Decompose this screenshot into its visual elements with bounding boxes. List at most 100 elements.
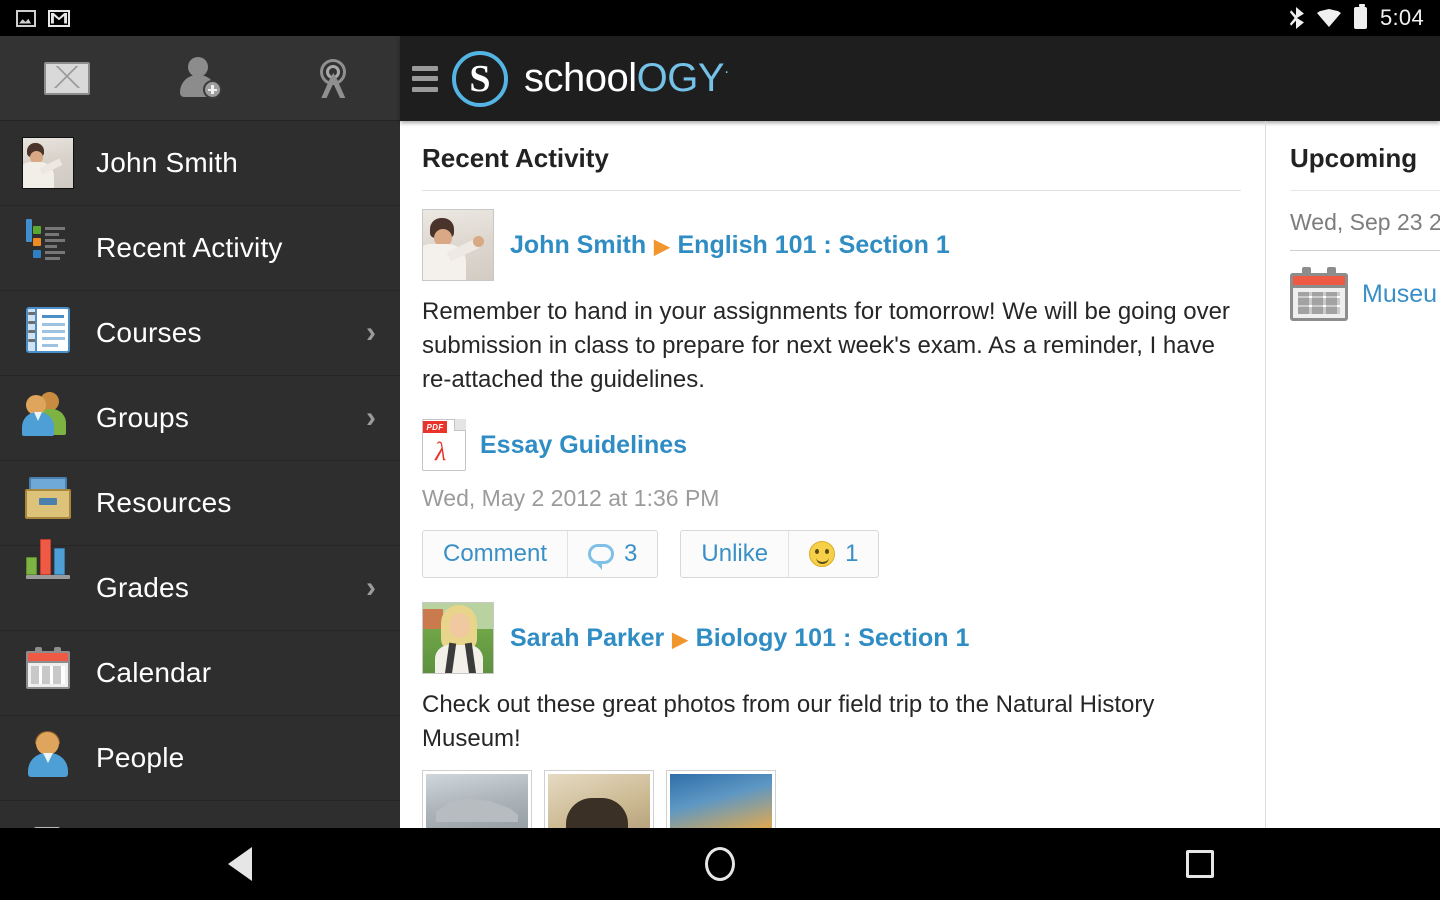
like-count-button[interactable]: 1 (788, 531, 878, 578)
upcoming-date: Wed, Sep 23 201 (1290, 191, 1440, 251)
groups-icon (22, 392, 74, 444)
sidebar-item-people[interactable]: People (0, 716, 400, 801)
post-byline: Sarah Parker ▶ Biology 101 : Section 1 (510, 624, 969, 653)
arrow-right-icon: ▶ (654, 235, 670, 258)
upcoming-title: Upcoming (1290, 143, 1440, 191)
upcoming-event-label[interactable]: Museu (1362, 280, 1437, 309)
status-bar-clock: 5:04 (1379, 5, 1424, 30)
sidebar-item-profile[interactable]: John Smith (0, 121, 400, 206)
content-area: Recent Activity John Smith ▶ English 101 :… (400, 121, 1440, 828)
sidebar-item-partial[interactable] (0, 801, 400, 828)
post-author-link[interactable]: Sarah Parker (510, 624, 664, 652)
wordmark-secondary: OGY (636, 56, 725, 100)
image-icon (16, 9, 36, 27)
user-avatar (22, 137, 74, 189)
comment-button[interactable]: Comment (423, 531, 567, 577)
app-bar: S schoolOGY· (400, 36, 1440, 121)
sidebar-item-label: Calendar (96, 657, 212, 688)
post-header: Sarah Parker ▶ Biology 101 : Section 1 (422, 602, 1241, 675)
upcoming-event[interactable]: Museu (1290, 251, 1440, 321)
post-byline: John Smith ▶ English 101 : Section 1 (510, 231, 950, 260)
android-screen: 5:04 John Smith Recent Activity Courses … (0, 0, 1440, 900)
grades-icon (22, 539, 74, 614)
sidebar-item-recent-activity[interactable]: Recent Activity (0, 206, 400, 291)
comment-group: Comment 3 (422, 530, 659, 579)
avatar[interactable] (422, 209, 494, 281)
avatar[interactable] (422, 602, 494, 675)
drawer-quick-actions (0, 36, 400, 121)
system-navigation-bar (0, 828, 1440, 900)
pdf-icon: PDF λ (422, 419, 466, 472)
post-course-link[interactable]: Biology 101 : Section 1 (696, 624, 970, 652)
app-panel: S schoolOGY· Recent Activity John Smith ▶… (400, 36, 1440, 828)
calendar-icon (22, 647, 74, 699)
sidebar-item-label: Courses (96, 317, 202, 348)
friend-requests-icon (178, 57, 222, 99)
status-bar-system: 5:04 (1290, 4, 1440, 31)
post-author-link[interactable]: John Smith (510, 231, 646, 259)
attachment-name[interactable]: Essay Guidelines (480, 431, 687, 460)
gmail-icon (48, 9, 70, 27)
home-button[interactable] (480, 847, 960, 881)
sidebar-item-label: People (96, 742, 185, 773)
wordmark-primary: school (524, 56, 637, 100)
notifications-icon (312, 57, 354, 99)
feed-post: Sarah Parker ▶ Biology 101 : Section 1 Che… (422, 602, 1241, 828)
courses-icon (22, 307, 74, 359)
battery-icon (1353, 4, 1367, 29)
comment-count-button[interactable]: 3 (567, 531, 657, 578)
post-course-link[interactable]: English 101 : Section 1 (678, 231, 950, 259)
unlike-button[interactable]: Unlike (681, 531, 788, 577)
comment-bubble-icon (588, 544, 615, 571)
post-timestamp: Wed, May 2 2012 at 1:36 PM (422, 485, 720, 512)
chevron-right-icon: › (366, 571, 376, 604)
sidebar-item-resources[interactable]: Resources (0, 461, 400, 546)
like-group: Unlike 1 (680, 530, 880, 579)
comment-count: 3 (624, 540, 638, 568)
upcoming-panel: Upcoming Wed, Sep 23 201 Museu (1266, 121, 1440, 828)
status-bar-notifications (0, 9, 70, 27)
back-icon (228, 847, 252, 881)
pdf-badge: PDF (423, 421, 447, 434)
back-button[interactable] (0, 847, 480, 881)
schoology-logo-mark: S (452, 50, 508, 107)
sidebar-item-grades[interactable]: Grades › (0, 539, 400, 631)
post-header: John Smith ▶ English 101 : Section 1 (422, 209, 1241, 281)
chevron-right-icon: › (366, 401, 376, 434)
recents-button[interactable] (960, 850, 1440, 878)
sidebar-item-label: Groups (96, 402, 190, 433)
post-attachment[interactable]: PDF λ Essay Guidelines (422, 419, 1241, 472)
people-icon (22, 731, 74, 784)
sidebar-item-courses[interactable]: Courses › (0, 291, 400, 376)
chevron-right-icon: › (366, 316, 376, 349)
sidebar-item-label: Recent Activity (96, 232, 283, 263)
post-photos (422, 770, 1241, 828)
photo-thumbnail[interactable] (666, 770, 776, 828)
photo-thumbnail[interactable] (544, 770, 654, 828)
status-bar: 5:04 (0, 0, 1440, 36)
wifi-icon (1316, 9, 1341, 27)
resources-icon (22, 477, 74, 529)
smiley-icon (809, 541, 836, 568)
messages-button[interactable] (39, 54, 95, 102)
navigation-drawer: John Smith Recent Activity Courses › Gro… (0, 36, 400, 828)
sidebar-item-groups[interactable]: Groups › (0, 376, 400, 461)
registered-mark: · (724, 63, 729, 81)
arrow-right-icon: ▶ (672, 628, 688, 651)
photo-thumbnail[interactable] (422, 770, 532, 828)
sidebar-item-label: Resources (96, 487, 232, 518)
friend-requests-button[interactable] (172, 54, 228, 102)
messages-icon (43, 61, 90, 95)
bluetooth-icon (1290, 7, 1304, 29)
home-icon (705, 847, 735, 881)
page-title: Recent Activity (422, 143, 1241, 191)
post-actions: Comment 3 Unlike 1 (422, 530, 1241, 579)
post-body: Remember to hand in your assignments for… (422, 298, 1230, 394)
sidebar-item-calendar[interactable]: Calendar (0, 631, 400, 716)
hamburger-icon[interactable] (412, 65, 438, 92)
sidebar-item-label: John Smith (96, 147, 239, 178)
notifications-button[interactable] (305, 54, 361, 102)
calendar-icon (1290, 267, 1348, 321)
activity-icon (22, 219, 74, 274)
activity-feed: Recent Activity John Smith ▶ English 101 :… (400, 121, 1266, 828)
